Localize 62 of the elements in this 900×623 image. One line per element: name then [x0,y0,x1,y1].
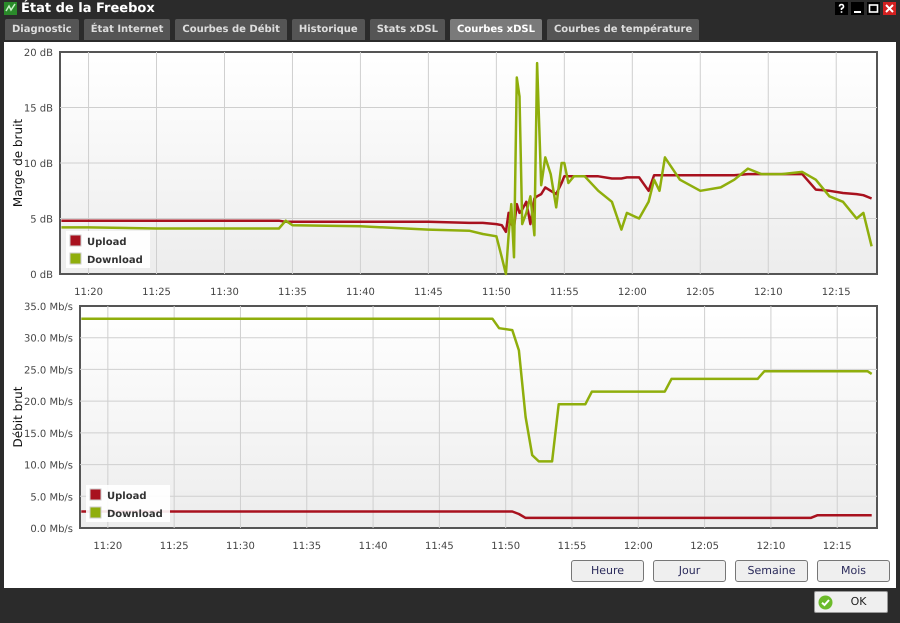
y-tick-label: 15.0 Mb/s [24,428,73,440]
x-tick-label: 12:05 [686,287,715,298]
legend-label: Download [107,509,163,520]
x-tick-label: 11:20 [74,287,103,298]
check-icon [818,594,833,610]
range-button[interactable]: Heure [571,560,644,582]
x-tick-label: 12:15 [822,541,852,552]
legend-label: Upload [107,491,146,502]
x-tick-label: 11:40 [358,541,388,552]
x-tick-label: 11:45 [424,541,454,552]
tab[interactable]: Courbes de Débit [175,19,287,40]
y-tick-label: 20.0 Mb/s [24,397,73,408]
y-tick-label: 35.0 Mb/s [24,302,73,313]
tab[interactable]: Courbes de température [546,19,700,40]
x-tick-label: 11:30 [226,541,255,552]
range-button[interactable]: Mois [817,560,890,582]
x-tick-label: 12:00 [624,541,653,552]
legend-label: Download [87,255,143,266]
y-tick-label: 10.0 Mb/s [24,460,73,472]
x-tick-label: 12:15 [822,287,851,298]
x-tick-label: 11:30 [210,287,239,298]
x-tick-label: 11:40 [346,287,375,298]
range-button[interactable]: Semaine [735,560,808,582]
x-tick-label: 11:50 [482,287,511,298]
y-tick-label: 20 dB [24,48,53,59]
x-tick-label: 11:35 [278,287,307,298]
x-tick-label: 11:50 [491,541,520,552]
tab[interactable]: Historique [292,19,365,40]
maximize-icon[interactable] [867,2,880,15]
minimize-icon[interactable] [851,2,864,15]
x-tick-label: 12:10 [756,541,786,552]
y-tick-label: 25.0 Mb/s [24,365,73,376]
x-tick-label: 11:55 [558,541,586,552]
legend-label: Upload [87,237,126,248]
y-tick-label: 30.0 Mb/s [24,334,73,345]
y-tick-label: 0 dB [30,270,53,281]
y-tick-label: 5 dB [30,214,53,226]
x-tick-label: 12:10 [754,287,783,298]
x-tick-label: 12:00 [618,287,647,298]
tab[interactable]: Courbes xDSL [450,19,542,40]
x-tick-label: 11:55 [550,287,579,298]
x-tick-label: 11:25 [142,287,171,298]
y-tick-label: 5.0 Mb/s [30,492,73,504]
x-tick-label: 11:25 [160,541,189,552]
y-tick-label: 10 dB [24,159,53,170]
x-tick-label: 11:45 [414,287,443,298]
tab[interactable]: Diagnostic [5,19,79,40]
range-button[interactable]: Jour [653,560,726,582]
axis-title: Marge de bruit [11,118,25,208]
x-tick-label: 11:35 [292,541,322,552]
tab[interactable]: État Internet [84,19,170,40]
help-icon[interactable] [835,2,848,15]
tab[interactable]: Stats xDSL [370,19,445,40]
close-icon[interactable] [883,2,896,15]
y-tick-label: 15 dB [24,104,53,114]
window-title: État de la Freebox [21,2,155,15]
app-icon [4,2,17,15]
ok-button[interactable]: OK [814,591,888,613]
y-tick-label: 0.0 Mb/s [30,524,73,535]
axis-title: Débit brut [11,386,25,448]
x-tick-label: 11:20 [93,541,122,552]
x-tick-label: 12:05 [690,541,720,552]
